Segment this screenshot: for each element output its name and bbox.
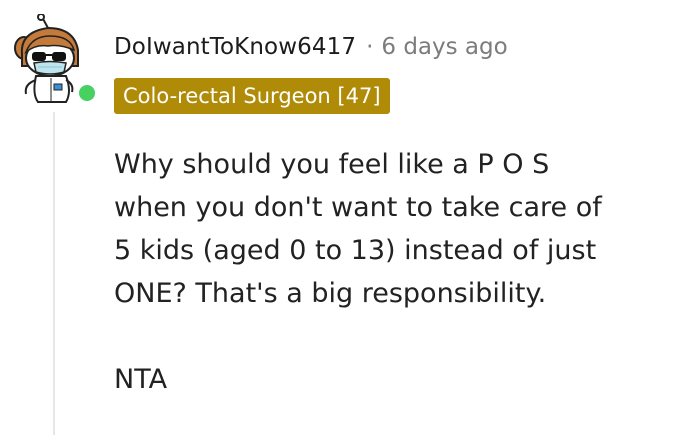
comment-body-line: when you don't want to take care of	[114, 192, 602, 223]
avatar[interactable]	[12, 14, 98, 106]
user-flair-badge: Colo-rectal Surgeon [47]	[114, 78, 390, 114]
meta-separator: ·	[366, 34, 374, 60]
comment-verdict: NTA	[114, 364, 168, 395]
comment-timestamp[interactable]: 6 days ago	[381, 34, 507, 60]
comment-body: Why should you feel like a P O S when yo…	[114, 143, 694, 401]
author-username[interactable]: DoIwantToKnow6417	[114, 34, 356, 60]
comment-header: DoIwantToKnow6417 · 6 days ago	[114, 30, 508, 64]
online-status-icon	[76, 82, 98, 104]
comment-body-line: Why should you feel like a P O S	[114, 149, 550, 180]
comment-body-line: ONE? That's a big responsibility.	[114, 278, 547, 309]
thread-collapse-line[interactable]	[53, 112, 55, 435]
comment-body-line: 5 kids (aged 0 to 13) instead of just	[114, 235, 597, 266]
comment: DoIwantToKnow6417 · 6 days ago Colo-rect…	[0, 0, 700, 435]
